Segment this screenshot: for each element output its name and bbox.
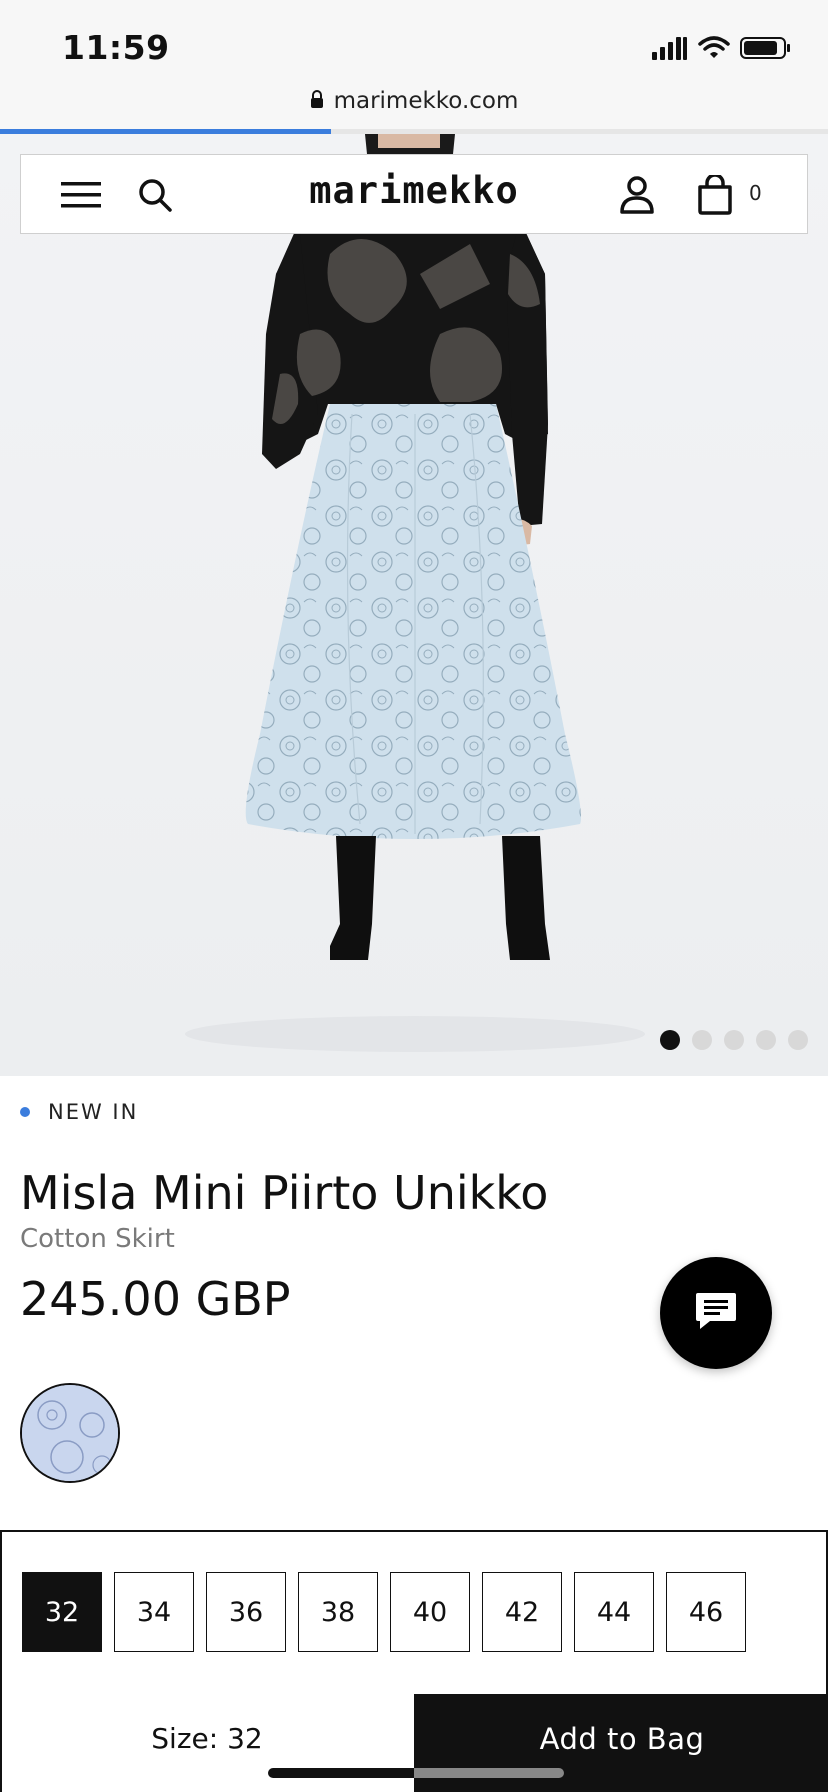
site-logo[interactable]: marimekko	[309, 169, 518, 212]
product-price: 245.00 GBP	[20, 1272, 291, 1326]
carousel-dot[interactable]	[788, 1030, 808, 1050]
carousel-dots	[660, 1030, 808, 1050]
size-option-46[interactable]: 46	[666, 1572, 746, 1652]
product-page: 11:59 marimekko.com marimekko 0 NEW IN M…	[0, 0, 828, 1792]
size-option-42[interactable]: 42	[482, 1572, 562, 1652]
size-option-34[interactable]: 34	[114, 1572, 194, 1652]
account-icon[interactable]	[615, 173, 659, 217]
battery-icon	[740, 36, 792, 64]
size-option-44[interactable]: 44	[574, 1572, 654, 1652]
carousel-dot[interactable]	[660, 1030, 680, 1050]
home-indicator-overlay	[414, 1768, 564, 1778]
swatch-pattern	[22, 1385, 118, 1481]
selected-size-label: Size: 32	[151, 1722, 263, 1755]
signal-icon	[652, 36, 688, 64]
product-image-carousel[interactable]	[0, 134, 828, 1076]
cart-count-badge: 0	[749, 181, 762, 205]
status-time: 11:59	[62, 28, 170, 67]
size-option-38[interactable]: 38	[298, 1572, 378, 1652]
size-option-40[interactable]: 40	[390, 1572, 470, 1652]
size-option-36[interactable]: 36	[206, 1572, 286, 1652]
browser-url-bar[interactable]: marimekko.com	[0, 82, 828, 132]
new-in-label: NEW IN	[48, 1100, 139, 1124]
menu-icon[interactable]	[59, 173, 103, 217]
size-options: 32 34 36 38 40 42 44 46	[22, 1572, 746, 1652]
size-option-32[interactable]: 32	[22, 1572, 102, 1652]
search-icon[interactable]	[133, 173, 177, 217]
product-title: Misla Mini Piirto Unikko	[20, 1166, 549, 1220]
site-header: marimekko 0	[20, 154, 808, 234]
carousel-dot[interactable]	[692, 1030, 712, 1050]
chat-button[interactable]	[660, 1257, 772, 1369]
lock-icon	[310, 90, 324, 112]
url-text: marimekko.com	[333, 88, 519, 114]
product-subtitle: Cotton Skirt	[20, 1224, 175, 1254]
carousel-dot[interactable]	[756, 1030, 776, 1050]
size-selector-panel: 32 34 36 38 40 42 44 46 Size: 32 Add to Bag	[0, 1530, 828, 1792]
status-bar: 11:59	[0, 0, 828, 90]
color-swatch[interactable]	[20, 1383, 120, 1483]
new-in-badge: NEW IN	[20, 1100, 138, 1124]
chat-icon	[694, 1291, 738, 1335]
carousel-dot[interactable]	[724, 1030, 744, 1050]
wifi-icon	[698, 36, 730, 64]
bag-icon[interactable]	[693, 173, 737, 217]
product-photo	[0, 134, 828, 1076]
new-in-dot	[20, 1107, 30, 1117]
status-icons	[652, 32, 792, 68]
